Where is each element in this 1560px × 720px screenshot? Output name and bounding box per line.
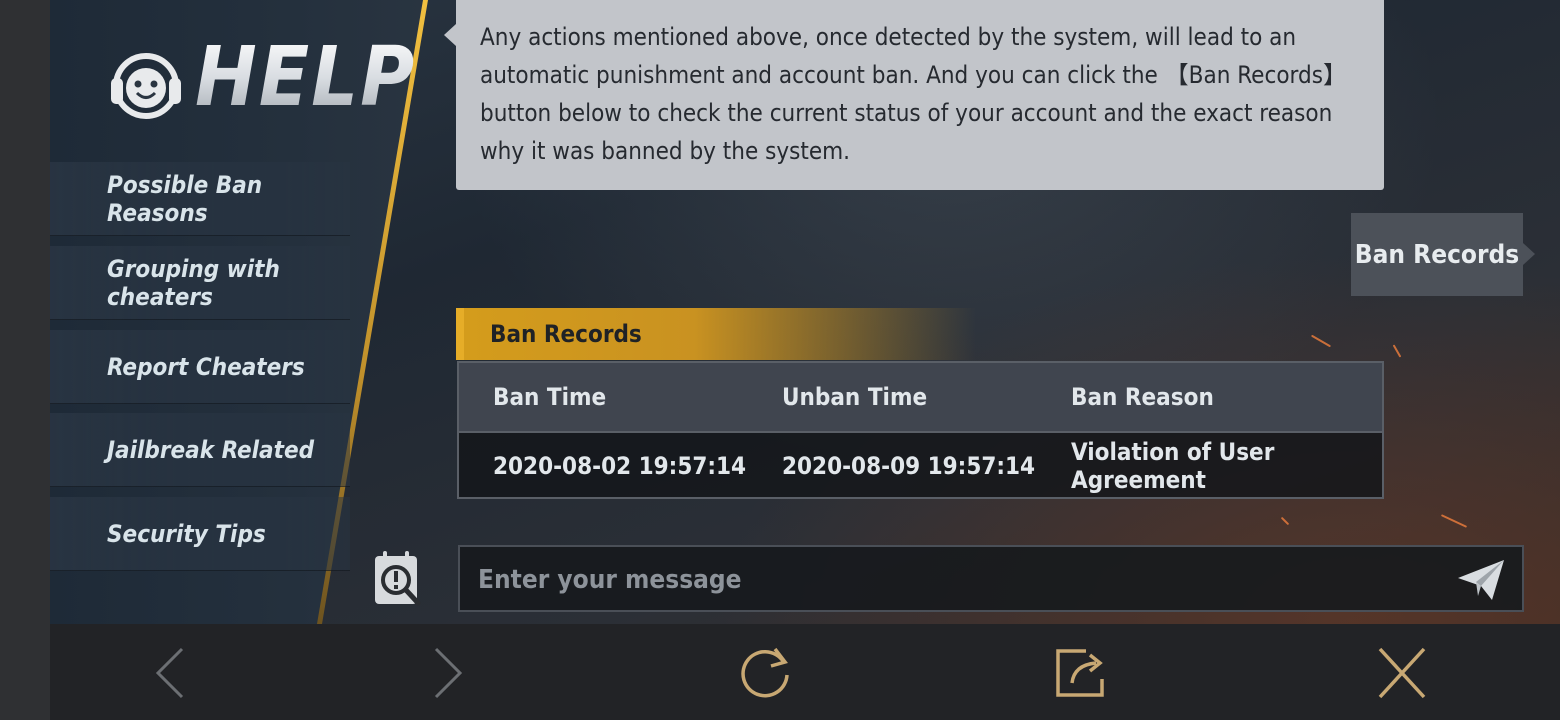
share-icon[interactable] [1052,645,1112,701]
headset-bot-icon [111,53,181,119]
table-header-row: Ban Time Unban Time Ban Reason [459,363,1382,433]
column-header-unban-time: Unban Time [782,383,928,411]
ban-records-button-label: Ban Records [1354,239,1520,270]
left-edge-strip [0,0,50,720]
message-input[interactable] [476,547,1440,612]
sidebar-item-security-tips[interactable]: Security Tips [50,497,350,571]
message-bubble: Any actions mentioned above, once detect… [456,0,1384,190]
sidebar-item-label: Jailbreak Related [107,435,315,464]
sidebar-item-label: Possible Ban Reasons [107,170,263,227]
ban-records-title: Ban Records [490,320,642,348]
cell-unban-time: 2020-08-09 19:57:14 [782,452,1036,480]
help-title: HELP [195,30,417,125]
sidebar-item-label: Security Tips [107,519,266,548]
ban-records-button-tail [1523,243,1535,265]
ban-records-table: Ban Time Unban Time Ban Reason 2020-08-0… [457,361,1384,499]
ban-records-header: Ban Records [456,308,976,360]
send-icon[interactable] [1456,556,1508,604]
table-row: 2020-08-02 19:57:14 2020-08-09 19:57:14 … [459,433,1382,499]
sidebar-item-report-cheaters[interactable]: Report Cheaters [50,330,350,404]
back-icon[interactable] [140,645,200,701]
cell-ban-time: 2020-08-02 19:57:14 [493,452,747,480]
message-text: Any actions mentioned above, once detect… [480,23,1347,165]
sidebar-item-jailbreak-related[interactable]: Jailbreak Related [50,413,350,487]
column-header-ban-reason: Ban Reason [1071,383,1214,411]
forward-icon[interactable] [418,645,478,701]
message-bubble-tail [444,24,456,46]
message-input-box [458,545,1524,612]
bottom-toolbar [50,624,1560,720]
report-search-icon[interactable] [372,548,424,608]
column-header-ban-time: Ban Time [493,383,607,411]
sidebar-item-label: Report Cheaters [107,352,305,381]
ban-records-button[interactable]: Ban Records [1351,213,1523,296]
cell-ban-reason: Violation of User Agreement [1071,438,1275,494]
sidebar-item-grouping-with-cheaters[interactable]: Grouping with cheaters [50,246,350,320]
sidebar-item-label: Grouping with cheaters [107,254,280,311]
refresh-icon[interactable] [735,645,795,701]
close-icon[interactable] [1372,645,1432,701]
sidebar-item-possible-ban-reasons[interactable]: Possible Ban Reasons [50,162,350,236]
